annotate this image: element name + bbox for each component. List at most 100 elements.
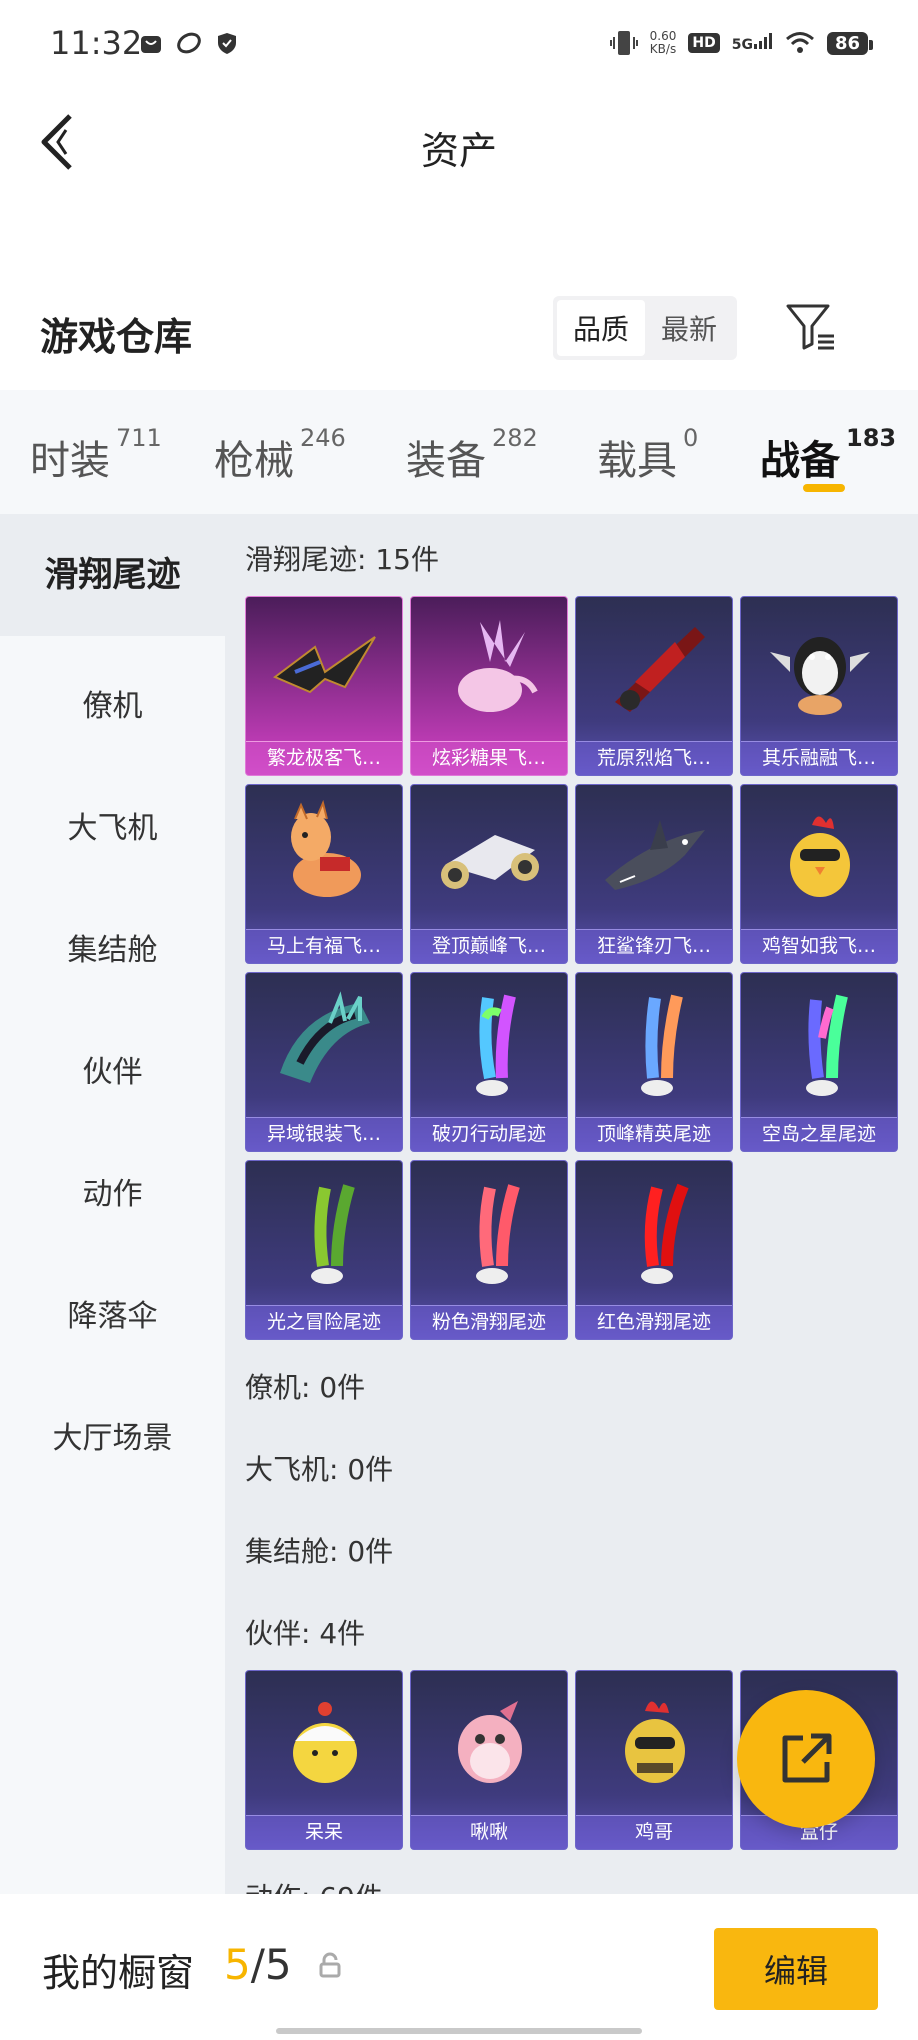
sidebar-item-wingman[interactable]: 僚机 xyxy=(0,681,225,725)
active-tab-underline xyxy=(803,484,845,492)
rooster-icon xyxy=(576,1671,732,1811)
tab-battle-prep[interactable]: 战备 183 xyxy=(760,424,896,486)
vibrate-icon xyxy=(609,31,638,55)
lock-icon xyxy=(319,1952,341,1978)
item-card[interactable]: 其乐融融飞… xyxy=(740,596,898,776)
item-name: 狂鲨锋刃飞… xyxy=(576,929,732,963)
green-trail-icon xyxy=(246,1161,402,1301)
hd-badge: HD xyxy=(688,33,720,53)
candy-bag-icon xyxy=(411,597,567,737)
item-name: 破刃行动尾迹 xyxy=(411,1117,567,1151)
item-card[interactable]: 粉色滑翔尾迹 xyxy=(410,1160,568,1340)
sidebar-item-partner[interactable]: 伙伴 xyxy=(0,1047,225,1091)
tab-vehicles[interactable]: 载具 0 xyxy=(597,424,698,486)
group-label-partner: 伙伴: 4件 xyxy=(245,1617,366,1650)
item-card[interactable]: 鸡智如我飞… xyxy=(740,784,898,964)
group-label-plane: 大飞机: 0件 xyxy=(245,1453,394,1486)
category-tabs: 时装 711 枪械 246 装备 282 载具 0 战备 183 xyxy=(0,390,918,514)
item-name: 空岛之星尾迹 xyxy=(741,1117,897,1151)
item-card[interactable]: 马上有福飞… xyxy=(245,784,403,964)
item-card[interactable]: 红色滑翔尾迹 xyxy=(575,1160,733,1340)
share-button[interactable] xyxy=(737,1690,875,1828)
item-card[interactable]: 光之冒险尾迹 xyxy=(245,1160,403,1340)
fire-trail-icon xyxy=(576,973,732,1113)
showcase-label: 我的橱窗 xyxy=(42,1951,195,1995)
item-card[interactable]: 异域银装飞… xyxy=(245,972,403,1152)
network-speed: 0.60 KB/s xyxy=(649,29,677,56)
home-indicator xyxy=(276,2028,642,2034)
tab-equipment[interactable]: 装备 282 xyxy=(406,424,538,486)
item-card[interactable]: 啾啾 xyxy=(410,1670,568,1850)
shield-icon xyxy=(218,33,236,54)
showcase-count: 5/5 xyxy=(224,1940,292,1989)
blade-wing-icon xyxy=(246,973,402,1113)
edit-button[interactable]: 编辑 xyxy=(714,1928,878,2010)
signal-5g-icon: 5G xyxy=(732,33,773,53)
item-card[interactable]: 繁龙极客飞… xyxy=(245,596,403,776)
group-label-pod: 集结舱: 0件 xyxy=(245,1535,394,1568)
sidebar: 滑翔尾迹 僚机 大飞机 集结舱 伙伴 动作 降落伞 大厅场景 xyxy=(0,514,225,1894)
red-trail-icon xyxy=(576,1161,732,1301)
sidebar-item-action[interactable]: 动作 xyxy=(0,1169,225,1213)
item-name: 呆呆 xyxy=(246,1815,402,1849)
item-card[interactable]: 破刃行动尾迹 xyxy=(410,972,568,1152)
warehouse-title: 游戏仓库 xyxy=(40,315,193,359)
item-card[interactable]: 顶峰精英尾迹 xyxy=(575,972,733,1152)
pink-trail-icon xyxy=(411,1161,567,1301)
item-name: 马上有福飞… xyxy=(246,929,402,963)
sort-newest[interactable]: 最新 xyxy=(645,300,733,356)
item-card[interactable]: 荒原烈焰飞… xyxy=(575,596,733,776)
item-name: 其乐融融飞… xyxy=(741,741,897,775)
share-icon xyxy=(782,1733,832,1783)
chicken-icon xyxy=(741,785,897,925)
bottom-bar: 我的橱窗 5/5 编辑 xyxy=(0,1894,918,2040)
item-name: 鸡哥 xyxy=(576,1815,732,1849)
item-name: 炫彩糖果飞… xyxy=(411,741,567,775)
item-name: 光之冒险尾迹 xyxy=(246,1305,402,1339)
item-name: 繁龙极客飞… xyxy=(246,741,402,775)
sidebar-item-parachute[interactable]: 降落伞 xyxy=(0,1291,225,1335)
filter-icon[interactable] xyxy=(784,300,838,354)
penguin-icon xyxy=(741,597,897,737)
sort-toggle: 品质 最新 xyxy=(553,296,737,360)
item-name: 异域银装飞… xyxy=(246,1117,402,1151)
item-card[interactable]: 炫彩糖果飞… xyxy=(410,596,568,776)
pink-bird-icon xyxy=(411,1671,567,1811)
item-name: 啾啾 xyxy=(411,1815,567,1849)
star-trail-icon xyxy=(741,973,897,1113)
battery-indicator: 86 xyxy=(826,31,874,55)
item-card[interactable]: 鸡哥 xyxy=(575,1670,733,1850)
item-card[interactable]: 狂鲨锋刃飞… xyxy=(575,784,733,964)
group-label-wingman: 僚机: 0件 xyxy=(245,1371,366,1404)
dragon-wing-icon xyxy=(246,597,402,737)
flame-glider-icon xyxy=(576,597,732,737)
item-card[interactable]: 呆呆 xyxy=(245,1670,403,1850)
wifi-icon xyxy=(785,32,814,53)
shark-icon xyxy=(576,785,732,925)
item-name: 粉色滑翔尾迹 xyxy=(411,1305,567,1339)
horse-icon xyxy=(246,785,402,925)
item-name: 登顶巅峰飞… xyxy=(411,929,567,963)
group-label-glide: 滑翔尾迹: 15件 xyxy=(245,543,439,576)
asset-content: 滑翔尾迹: 15件 繁龙极客飞… 炫彩糖果飞… 荒原烈焰飞… 其乐融融飞… 马上… xyxy=(225,514,918,1894)
item-name: 荒原烈焰飞… xyxy=(576,741,732,775)
item-name: 顶峰精英尾迹 xyxy=(576,1117,732,1151)
sidebar-item-assembly-pod[interactable]: 集结舱 xyxy=(0,925,225,969)
sort-quality[interactable]: 品质 xyxy=(557,300,645,356)
item-card[interactable]: 空岛之星尾迹 xyxy=(740,972,898,1152)
status-time: 11:32 xyxy=(50,24,143,62)
tab-guns[interactable]: 枪械 246 xyxy=(214,424,346,486)
status-bar: 11:32 0.60 KB/s HD 5G 86 xyxy=(0,0,918,90)
shopping-bag-icon xyxy=(141,36,161,53)
tab-fashion[interactable]: 时装 711 xyxy=(30,424,162,486)
page-title: 资产 xyxy=(420,129,497,173)
app-logo-icon xyxy=(177,32,201,54)
rainbow-trail-icon xyxy=(411,973,567,1113)
sidebar-item-glide-trail[interactable]: 滑翔尾迹 xyxy=(0,514,225,636)
item-card[interactable]: 登顶巅峰飞… xyxy=(410,784,568,964)
item-name: 鸡智如我飞… xyxy=(741,929,897,963)
group-label-action: 动作: 69件 xyxy=(245,1876,383,1894)
sidebar-item-lobby-scene[interactable]: 大厅场景 xyxy=(0,1413,225,1457)
sidebar-item-big-plane[interactable]: 大飞机 xyxy=(0,803,225,847)
chick-icon xyxy=(246,1671,402,1811)
